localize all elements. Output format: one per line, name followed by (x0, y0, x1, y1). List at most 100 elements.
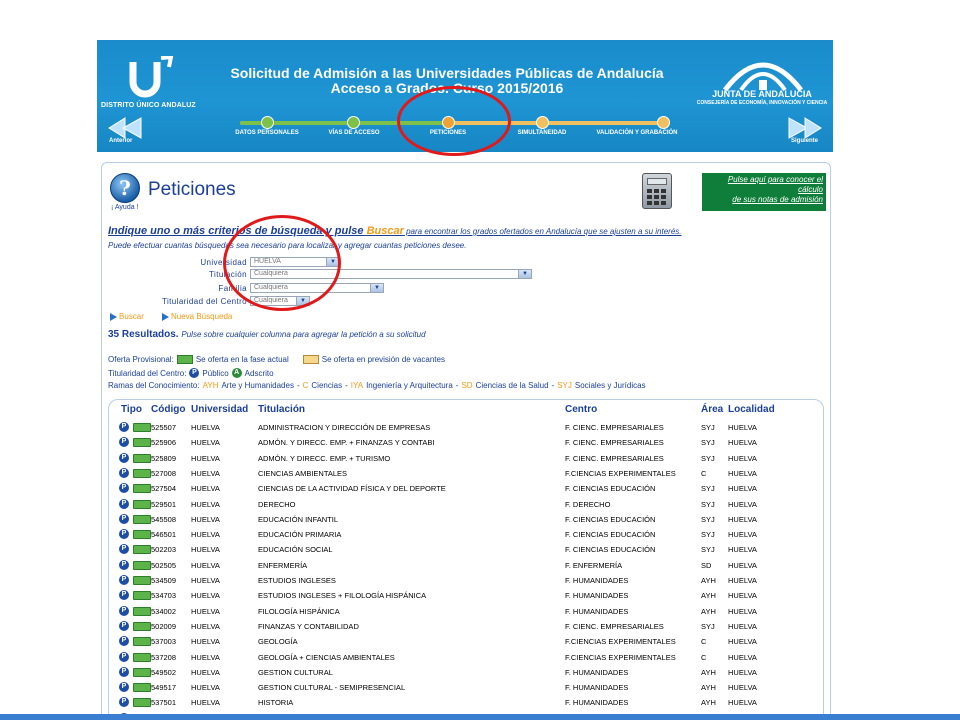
cell-area[interactable]: SYJ (701, 530, 715, 539)
cell-titulacion[interactable]: FILOLOGÍA HISPÁNICA (258, 607, 340, 616)
step-label-peticiones[interactable]: PETICIONES (430, 130, 466, 136)
cell-area[interactable]: SYJ (701, 622, 715, 631)
chevron-down-icon[interactable]: ▼ (518, 270, 531, 278)
familia-select[interactable]: Cualquiera ▼ (250, 283, 384, 293)
table-row[interactable]: P 537003 HUELVA GEOLOGÍA F.CIENCIAS EXPERIME… (119, 634, 819, 649)
cell-titulacion[interactable]: EDUCACIÓN SOCIAL (258, 545, 333, 554)
table-row[interactable]: P 534509 HUELVA ESTUDIOS INGLESES F. HUMANID… (119, 573, 819, 588)
cell-area[interactable]: AYH (701, 683, 716, 692)
cell-localidad[interactable]: HUELVA (728, 637, 757, 646)
cell-codigo[interactable]: 525906 (151, 438, 176, 447)
cell-universidad[interactable]: HUELVA (191, 515, 220, 524)
cell-universidad[interactable]: HUELVA (191, 622, 220, 631)
cell-codigo[interactable]: 537003 (151, 637, 176, 646)
table-row[interactable]: P 525507 HUELVA ADMINISTRACION Y DIRECCIÓN … (119, 420, 819, 435)
cell-codigo[interactable]: 537208 (151, 653, 176, 662)
cell-codigo[interactable]: 502009 (151, 622, 176, 631)
step-dot-datos[interactable] (261, 116, 274, 129)
cell-codigo[interactable]: 529501 (151, 500, 176, 509)
cell-titulacion[interactable]: GESTION CULTURAL (258, 668, 333, 677)
cell-centro[interactable]: F. CIENC. EMPRESARIALES (565, 622, 664, 631)
cell-codigo[interactable]: 525507 (151, 423, 176, 432)
cell-universidad[interactable]: HUELVA (191, 561, 220, 570)
col-tipo[interactable]: Tipo (121, 404, 142, 415)
cell-titulacion[interactable]: ESTUDIOS INGLESES + FILOLOGÍA HISPÁNICA (258, 591, 426, 600)
titularidad-select[interactable]: Cualquiera ▼ (250, 296, 310, 306)
cell-universidad[interactable]: HUELVA (191, 698, 220, 707)
cell-universidad[interactable]: HUELVA (191, 545, 220, 554)
cell-centro[interactable]: F.CIENCIAS EXPERIMENTALES (565, 637, 676, 646)
table-row[interactable]: P 527504 HUELVA CIENCIAS DE LA ACTIVIDAD FÍ… (119, 481, 819, 496)
calculator-icon[interactable] (642, 173, 672, 209)
cell-localidad[interactable]: HUELVA (728, 438, 757, 447)
cell-centro[interactable]: F. HUMANIDADES (565, 591, 628, 600)
cell-area[interactable]: C (701, 469, 706, 478)
cell-titulacion[interactable]: GESTION CULTURAL - SEMIPRESENCIAL (258, 683, 405, 692)
cell-localidad[interactable]: HUELVA (728, 561, 757, 570)
table-row[interactable]: P 537501 HUELVA HISTORIA F. HUMANIDADES AYH HU… (119, 695, 819, 710)
calc-link-line2[interactable]: cálculo (705, 185, 823, 195)
cell-titulacion[interactable]: EDUCACIÓN PRIMARIA (258, 530, 341, 539)
cell-universidad[interactable]: HUELVA (191, 683, 220, 692)
cell-area[interactable]: SYJ (701, 545, 715, 554)
cell-universidad[interactable]: HUELVA (191, 576, 220, 585)
cell-centro[interactable]: F. CIENC. EMPRESARIALES (565, 423, 664, 432)
cell-centro[interactable]: F. HUMANIDADES (565, 683, 628, 692)
nueva-busqueda-button[interactable]: Nueva Búsqueda (162, 312, 232, 321)
prev-label[interactable]: Anterior (109, 138, 132, 144)
step-label-datos[interactable]: DATOS PERSONALES (235, 130, 298, 136)
chevron-down-icon[interactable]: ▼ (326, 258, 339, 266)
cell-centro[interactable]: F. CIENC. EMPRESARIALES (565, 438, 664, 447)
cell-centro[interactable]: F. CIENCIAS EDUCACIÓN (565, 545, 655, 554)
cell-codigo[interactable]: 545508 (151, 515, 176, 524)
cell-titulacion[interactable]: EDUCACIÓN INFANTIL (258, 515, 338, 524)
table-row[interactable]: P 525809 HUELVA ADMÓN. Y DIRECC. EMP. + TUR… (119, 451, 819, 466)
table-row[interactable]: P 545508 HUELVA EDUCACIÓN INFANTIL F. CIENCI… (119, 512, 819, 527)
help-label[interactable]: ¡ Ayuda ! (111, 204, 139, 211)
cell-area[interactable]: SD (701, 561, 711, 570)
cell-universidad[interactable]: HUELVA (191, 530, 220, 539)
titulacion-select[interactable]: Cualquiera ▼ (250, 269, 532, 279)
table-row[interactable]: P 502505 HUELVA ENFERMERÍA F. ENFERMERÍA SD HU… (119, 558, 819, 573)
cell-titulacion[interactable]: HISTORIA (258, 698, 293, 707)
table-row[interactable]: P 525906 HUELVA ADMÓN. Y DIRECC. EMP. + FIN… (119, 435, 819, 450)
cell-codigo[interactable]: 502505 (151, 561, 176, 570)
cell-localidad[interactable]: HUELVA (728, 698, 757, 707)
cell-universidad[interactable]: HUELVA (191, 469, 220, 478)
cell-centro[interactable]: F. DERECHO (565, 500, 610, 509)
cell-centro[interactable]: F.CIENCIAS EXPERIMENTALES (565, 469, 676, 478)
cell-localidad[interactable]: HUELVA (728, 515, 757, 524)
cell-codigo[interactable]: 534703 (151, 591, 176, 600)
cell-area[interactable]: SYJ (701, 438, 715, 447)
cell-localidad[interactable]: HUELVA (728, 454, 757, 463)
cell-titulacion[interactable]: DERECHO (258, 500, 296, 509)
cell-centro[interactable]: F. HUMANIDADES (565, 607, 628, 616)
next-arrow-icon[interactable] (785, 116, 823, 140)
cell-titulacion[interactable]: ADMÓN. Y DIRECC. EMP. + FINANZAS Y CONTA… (258, 438, 435, 447)
cell-area[interactable]: AYH (701, 668, 716, 677)
cell-codigo[interactable]: 525809 (151, 454, 176, 463)
cell-localidad[interactable]: HUELVA (728, 484, 757, 493)
calc-notes-link[interactable]: Pulse aquí para conocer el cálculo de su… (702, 173, 826, 211)
prev-arrow-icon[interactable] (107, 116, 145, 140)
cell-universidad[interactable]: HUELVA (191, 637, 220, 646)
cell-localidad[interactable]: HUELVA (728, 530, 757, 539)
chevron-down-icon[interactable]: ▼ (296, 297, 309, 305)
cell-titulacion[interactable]: ADMÓN. Y DIRECC. EMP. + TURISMO (258, 454, 390, 463)
calc-link-line3[interactable]: de sus notas de admisión (705, 195, 823, 205)
cell-codigo[interactable]: 527504 (151, 484, 176, 493)
col-codigo[interactable]: Código (151, 404, 185, 415)
cell-titulacion[interactable]: CIENCIAS DE LA ACTIVIDAD FÍSICA Y DEL DE… (258, 484, 446, 493)
cell-universidad[interactable]: HUELVA (191, 484, 220, 493)
cell-localidad[interactable]: HUELVA (728, 469, 757, 478)
cell-localidad[interactable]: HUELVA (728, 607, 757, 616)
cell-codigo[interactable]: 534509 (151, 576, 176, 585)
cell-titulacion[interactable]: ADMINISTRACION Y DIRECCIÓN DE EMPRESAS (258, 423, 430, 432)
cell-universidad[interactable]: HUELVA (191, 438, 220, 447)
cell-codigo[interactable]: 537501 (151, 698, 176, 707)
table-row[interactable]: P 502203 HUELVA EDUCACIÓN SOCIAL F. CIENCIAS… (119, 542, 819, 557)
universidad-select[interactable]: HUELVA ▼ (250, 257, 340, 267)
cell-centro[interactable]: F. CIENCIAS EDUCACIÓN (565, 530, 655, 539)
cell-area[interactable]: C (701, 653, 706, 662)
cell-universidad[interactable]: HUELVA (191, 423, 220, 432)
